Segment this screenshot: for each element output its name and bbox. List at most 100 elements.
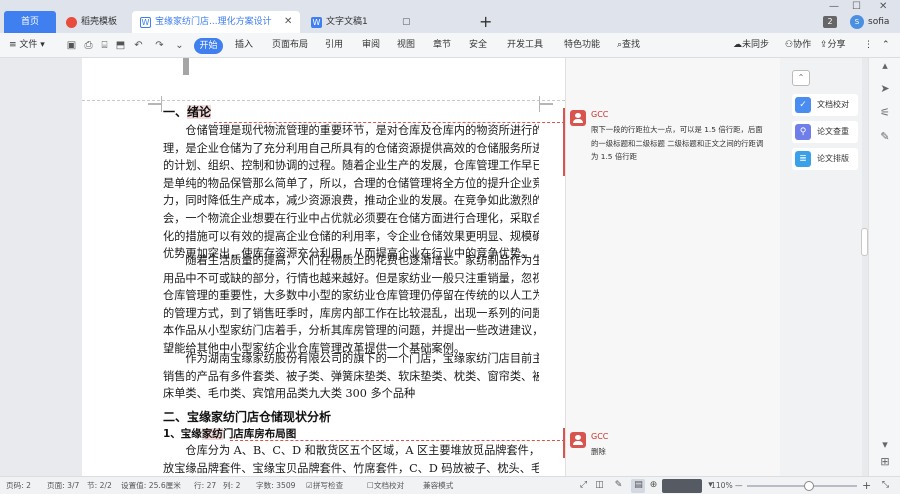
sync-label: 未同步 xyxy=(742,40,770,50)
page-top-marker xyxy=(183,58,189,75)
pen-icon[interactable]: ✎ xyxy=(878,130,892,144)
web-view-icon[interactable]: ⊕ xyxy=(648,480,659,491)
zoom-level[interactable]: 110% xyxy=(711,477,733,494)
page-view-icon[interactable]: ▤ xyxy=(633,480,644,491)
comment-text: 限下一段的行距拉大一点，可以是 1.5 倍行距，后面的一级标题和二级标题 二级标… xyxy=(591,125,764,161)
ribbon-toolbar: ≡ 文件 ▾ ▣ ⎙ ⌸ ⬒ ↶ ↷ ⌄ 开始 插入 页面布局 引用 审阅 视图… xyxy=(0,33,900,58)
tab-security[interactable]: 安全 xyxy=(469,33,487,58)
tab-special-features[interactable]: 特色功能 xyxy=(564,33,600,58)
minimize-icon[interactable]: — xyxy=(829,0,839,14)
maximize-icon[interactable]: ☐ xyxy=(852,0,861,14)
comment-card[interactable]: GCC 删除 xyxy=(570,432,770,458)
tab-review[interactable]: 审阅 xyxy=(362,33,380,58)
print-icon[interactable]: ⌸ xyxy=(99,40,110,51)
text-line: 理，是企业仓储为了充分利用自己所具有的仓储资源提供高效的仓储服务所进行 xyxy=(163,141,539,155)
pin-icon[interactable]: ▢ xyxy=(402,11,411,33)
more-menu-icon[interactable]: ⋮ xyxy=(864,33,873,58)
text-line: 的计划、组织、控制和协调的过程。随着企业生产的发展，仓库管理工作早已不 xyxy=(163,159,539,173)
tab-view[interactable]: 视图 xyxy=(397,33,415,58)
scroll-up-icon[interactable]: ▴ xyxy=(878,59,892,73)
text-line: 仓储管理是现代物流管理的重要环节，是对仓库及仓库内的物资所进行的管 xyxy=(163,124,539,137)
apps-grid-icon[interactable]: ⊞ xyxy=(878,455,892,469)
comment-connector xyxy=(214,122,565,123)
undo-icon[interactable]: ↶ xyxy=(133,40,144,51)
file-menu[interactable]: ≡ 文件 ▾ xyxy=(9,33,45,58)
status-setting-value[interactable]: 设置值: 25.6厘米 xyxy=(121,477,181,494)
fit-page-icon[interactable]: ⤡ xyxy=(880,480,891,491)
status-bar: 页码: 2 页面: 3/7 节: 2/2 设置值: 25.6厘米 行: 27 列… xyxy=(0,476,900,494)
page-corner-mark xyxy=(539,96,553,104)
reading-mode-icon[interactable]: ◫ xyxy=(594,480,605,491)
tab-developer[interactable]: 开发工具 xyxy=(507,33,543,58)
collab-button[interactable]: ⚇协作 xyxy=(785,33,811,58)
heading-current-status[interactable]: 二、宝缘家纺门店仓储现状分析 xyxy=(163,409,331,425)
search-label: 查找 xyxy=(622,40,641,50)
close-window-icon[interactable]: ✕ xyxy=(879,0,887,14)
write-mode-icon[interactable]: ✎ xyxy=(613,480,624,491)
redo-icon[interactable]: ↷ xyxy=(154,40,165,51)
eye-protect-mode-button[interactable] xyxy=(662,479,702,493)
tab-home[interactable]: 首页 xyxy=(4,11,56,33)
comment-card[interactable]: GCC 限下一段的行距拉大一点，可以是 1.5 倍行距，后面的一级标题和二级标题… xyxy=(570,110,770,170)
comment-marker xyxy=(563,108,565,176)
share-button[interactable]: ⇪分享 xyxy=(820,33,846,58)
comment-avatar-icon xyxy=(570,110,586,126)
text-line: 仓库分为 A、B、C、D 和散货区五个区域，A 区主要堆放觅品牌套件，B 区码 xyxy=(163,444,539,457)
select-cursor-icon[interactable]: ➤ xyxy=(878,82,892,96)
tab-insert[interactable]: 插入 xyxy=(235,33,253,58)
status-page-number[interactable]: 页码: 2 xyxy=(6,477,31,494)
add-tab-button[interactable]: + xyxy=(479,12,492,32)
tab-start[interactable]: 开始 xyxy=(194,38,223,54)
spell-check-toggle[interactable]: ☑拼写检查 xyxy=(306,477,343,494)
paragraph-3[interactable]: 作为湖南宝缘家纺股份有限公司的旗下的一个门店，宝缘家纺门店目前主要 销售的产品有… xyxy=(163,350,539,403)
close-icon[interactable]: ✕ xyxy=(284,11,292,33)
heading-introduction[interactable]: 一、绪论 xyxy=(163,104,212,120)
search-button[interactable]: ⌕查找 xyxy=(617,33,640,58)
save-icon[interactable]: ▣ xyxy=(66,40,77,51)
plagiarism-check-button[interactable]: ⚲ 论文查重 xyxy=(792,121,858,143)
spell-check-label: 拼写检查 xyxy=(312,481,344,490)
paragraph-2[interactable]: 随着生活质量的提高，人们在物质上的花费也逐渐增长。家纺制品作为生活 用品中不可或… xyxy=(163,252,539,358)
zoom-slider-knob[interactable] xyxy=(804,481,814,491)
text-line: 会，一个物流企业想要在行业中占优就必须要在仓储方面进行合理化，采取合理 xyxy=(163,211,539,225)
writer-doc-icon: W xyxy=(311,17,322,28)
scroll-down-icon[interactable]: ▾ xyxy=(878,438,892,452)
tab-page-layout[interactable]: 页面布局 xyxy=(272,33,308,58)
writer-doc-icon: W xyxy=(140,17,151,28)
status-page[interactable]: 页面: 3/7 xyxy=(47,477,79,494)
paragraph-1[interactable]: 仓储管理是现代物流管理的重要环节，是对仓库及仓库内的物资所进行的管 理，是企业仓… xyxy=(163,122,539,263)
settings-slider-icon[interactable]: ⚟ xyxy=(878,106,892,120)
tab-references[interactable]: 引用 xyxy=(325,33,343,58)
paragraph-4[interactable]: 仓库分为 A、B、C、D 和散货区五个区域，A 区主要堆放觅品牌套件，B 区码 … xyxy=(163,442,539,477)
thesis-format-icon: ≣ xyxy=(795,151,811,167)
thesis-format-button[interactable]: ≣ 论文排版 xyxy=(792,148,858,170)
share-label: 分享 xyxy=(827,40,846,50)
page-corner-mark xyxy=(148,104,162,112)
zoom-slider-track[interactable] xyxy=(747,485,857,487)
compat-mode: 兼容模式 xyxy=(423,481,454,490)
status-word-count[interactable]: 字数: 3509 xyxy=(256,477,296,494)
heading-text: 绪论 xyxy=(187,105,212,119)
fullscreen-icon[interactable]: ⤢ xyxy=(578,480,589,491)
more-dropdown-icon[interactable]: ⌄ xyxy=(174,40,185,51)
tab-document-2[interactable]: W 文字文稿1 xyxy=(303,11,393,33)
tab-bar: 首页 稻壳模板 W 宝缘家纺门店...理化方案设计 ▢ ✕ W 文字文稿1 + … xyxy=(0,0,900,33)
text-line: 的管理方式，到了销售旺季时，库房内部工作在比较混乱，出现一系列的问题。 xyxy=(163,306,539,320)
zoom-out-button[interactable]: — xyxy=(735,477,743,494)
export-pdf-icon[interactable]: ⬒ xyxy=(115,40,126,51)
tab-document-active[interactable]: W 宝缘家纺门店...理化方案设计 ▢ ✕ xyxy=(132,11,411,33)
comment-author: GCC xyxy=(591,432,609,441)
user-avatar[interactable]: S xyxy=(850,15,864,29)
proofread-button[interactable]: ✓ 文档校对 xyxy=(792,94,858,116)
print-preview-icon[interactable]: ⎙ xyxy=(83,40,94,51)
doc-proof-toggle[interactable]: ☐文档校对 xyxy=(367,477,404,494)
tab-chapter[interactable]: 章节 xyxy=(433,33,451,58)
tab-template[interactable]: 稻壳模板 xyxy=(58,11,130,33)
sync-status[interactable]: ☁未同步 xyxy=(733,33,769,58)
window-count-badge[interactable]: 2 xyxy=(823,16,837,28)
username[interactable]: sofia xyxy=(868,14,889,30)
collapse-panel-button[interactable]: ⌃ xyxy=(792,70,810,86)
scrollbar-thumb[interactable] xyxy=(861,228,868,256)
collapse-ribbon-icon[interactable]: ⌃ xyxy=(882,33,890,58)
zoom-in-button[interactable]: + xyxy=(862,477,871,494)
